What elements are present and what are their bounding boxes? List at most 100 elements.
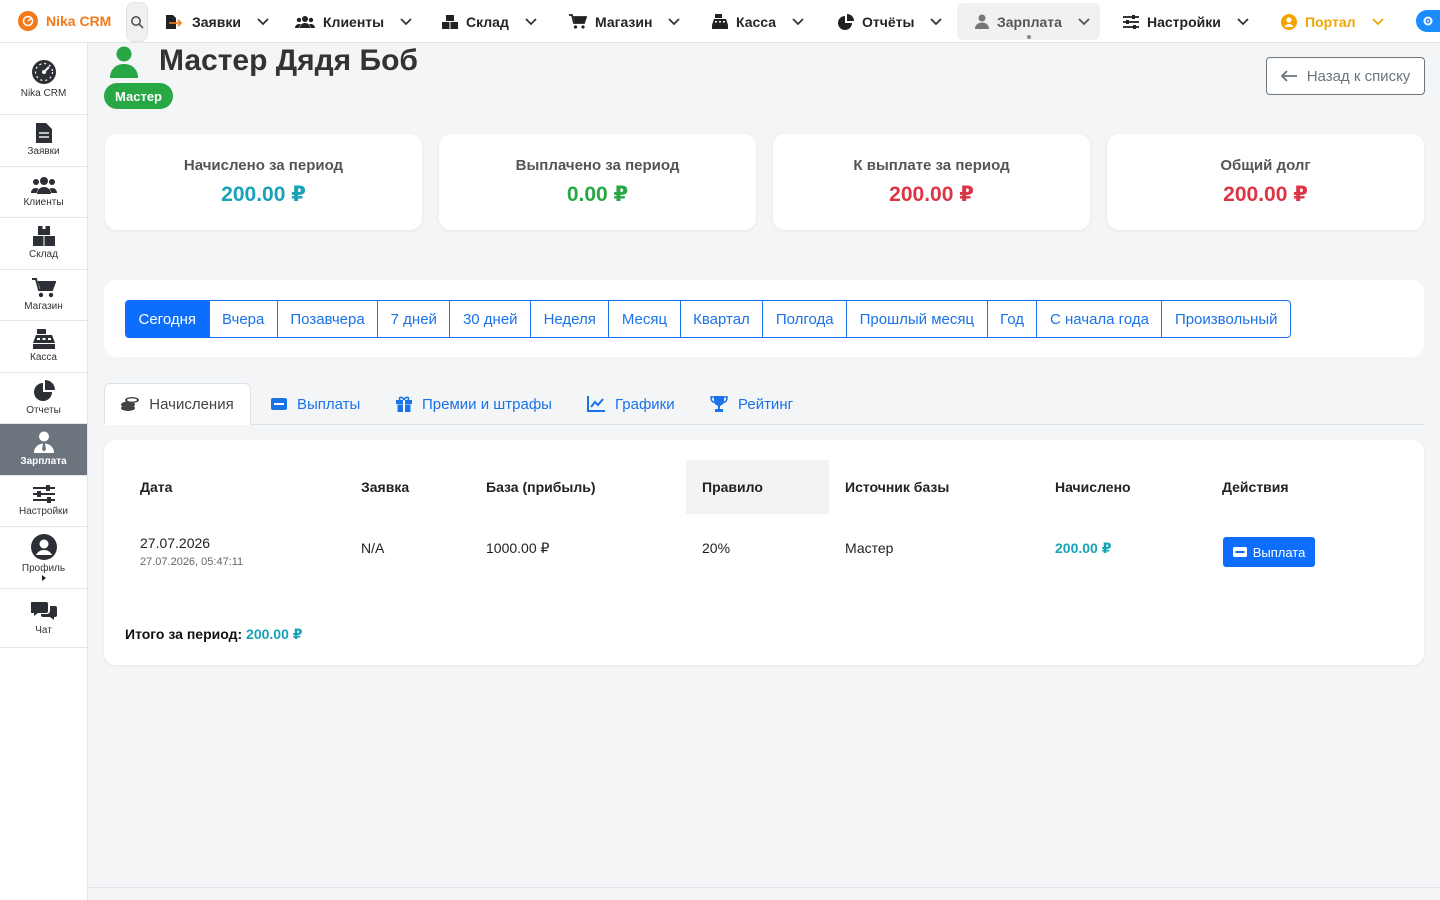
period-button-today[interactable]: Сегодня [125, 300, 210, 338]
sidebar-item-label: Клиенты [23, 196, 64, 208]
stat-card-to-pay: К выплате за период 200.00 ₽ [773, 134, 1090, 230]
user-circle-icon [30, 534, 57, 560]
nav-item-label: Магазин [595, 13, 653, 30]
row-base: 1000.00 ₽ [486, 540, 550, 556]
column-header-date[interactable]: Дата [140, 460, 172, 514]
tabs-bar: Начисления Выплаты Премии и штрафы Графи… [104, 383, 1424, 425]
users-icon [30, 176, 57, 194]
nav-item-label: Склад [466, 13, 509, 30]
chevron-down-icon [257, 17, 269, 25]
line-chart-icon [587, 396, 605, 412]
period-button-quarter[interactable]: Квартал [679, 300, 764, 338]
trophy-icon [710, 396, 728, 412]
period-button-year-to-date[interactable]: С начала года [1036, 300, 1163, 338]
sidebar-item-label: Магазин [24, 300, 63, 312]
nav-item-label: Настройки [1147, 13, 1221, 30]
sidebar: Nika CRM Заявки Клиенты Склад Магазин Ка… [0, 43, 88, 900]
nav-item-clients[interactable]: Клиенты [285, 3, 422, 40]
table-row-date-cell: 27.07.2026 27.07.2026, 05:47:11 [140, 535, 243, 568]
payout-button-label: Выплата [1252, 544, 1306, 560]
period-button-month[interactable]: Месяц [608, 300, 681, 338]
period-button-yesterday[interactable]: Вчера [208, 300, 278, 338]
sidebar-item-label: Касса [30, 352, 57, 364]
row-rule: 20% [702, 540, 731, 556]
stat-value: 200.00 ₽ [889, 183, 974, 206]
sidebar-item-reports[interactable]: Отчеты [0, 373, 87, 424]
stat-card-paid: Выплачено за период 0.00 ₽ [439, 134, 756, 230]
brand-logo-icon [18, 11, 38, 31]
stat-card-total-debt: Общий долг 200.00 ₽ [1107, 134, 1424, 230]
period-total-value: 200.00 ₽ [246, 626, 303, 642]
nav-item-settings[interactable]: Настройки [1113, 3, 1259, 40]
nav-item-shop[interactable]: Магазин [559, 3, 690, 40]
column-header-base[interactable]: База (прибыль) [486, 460, 596, 514]
sidebar-item-cashbox[interactable]: Касса [0, 321, 87, 373]
search-icon [131, 16, 144, 29]
chevron-down-icon [930, 17, 943, 25]
sidebar-item-settings[interactable]: Настройки [0, 476, 87, 527]
sidebar-item-shop[interactable]: Магазин [0, 270, 87, 321]
brand-link[interactable]: Nika CRM [18, 11, 111, 31]
payout-button[interactable]: Выплата [1223, 537, 1315, 567]
nav-item-reports[interactable]: Отчёты [828, 3, 952, 40]
cash-register-icon [32, 329, 55, 350]
nav-item-orders[interactable]: Заявки [154, 3, 279, 40]
sidebar-item-warehouse[interactable]: Склад [0, 218, 87, 270]
period-button-year[interactable]: Год [986, 300, 1038, 338]
sidebar-item-profile[interactable]: Профиль [0, 527, 87, 589]
back-to-list-button[interactable]: Назад к списку [1266, 57, 1425, 95]
period-filter-card: Сегодня Вчера Позавчера 7 дней 30 дней Н… [104, 280, 1424, 357]
sidebar-item-orders[interactable]: Заявки [0, 115, 87, 167]
nav-item-label: Портал [1305, 13, 1356, 30]
sidebar-item-clients[interactable]: Клиенты [0, 167, 87, 218]
period-button-group: Сегодня Вчера Позавчера 7 дней 30 дней Н… [125, 300, 1291, 338]
sidebar-item-salary[interactable]: Зарплата [0, 424, 87, 476]
nav-item-cashbox[interactable]: Касса [702, 3, 814, 40]
period-total: Итого за период: 200.00 ₽ [125, 626, 302, 643]
nav-item-warehouse[interactable]: Склад [432, 3, 547, 40]
sidebar-item-label: Nika CRM [20, 87, 67, 99]
period-button-7-days[interactable]: 7 дней [377, 300, 451, 338]
row-accrued: 200.00 ₽ [1055, 540, 1112, 556]
user-icon [110, 46, 138, 78]
column-header-accrued[interactable]: Начислено [1055, 460, 1131, 514]
tab-rating[interactable]: Рейтинг [710, 383, 793, 425]
chevron-down-icon [668, 17, 681, 25]
column-header-source[interactable]: Источник базы [845, 460, 949, 514]
period-button-custom[interactable]: Произвольный [1161, 300, 1291, 338]
user-tie-icon [33, 431, 54, 454]
tab-charts[interactable]: Графики [587, 383, 675, 425]
tab-accruals[interactable]: Начисления [104, 383, 251, 425]
period-button-30-days[interactable]: 30 дней [449, 300, 532, 338]
sidebar-item-chat[interactable]: Чат [0, 589, 87, 648]
nav-item-label: Отчёты [862, 13, 915, 30]
stat-label: Выплачено за период [515, 157, 680, 174]
user-circle-icon [1281, 13, 1297, 30]
period-button-day-before[interactable]: Позавчера [276, 300, 379, 338]
arrow-left-icon [1280, 70, 1297, 82]
users-icon [295, 15, 315, 28]
footer-divider [88, 887, 1440, 888]
tab-bonuses-fines[interactable]: Премии и штрафы [396, 383, 552, 425]
boxes-icon [442, 14, 458, 29]
period-button-week[interactable]: Неделя [530, 300, 610, 338]
tab-payouts[interactable]: Выплаты [271, 383, 360, 425]
pie-chart-icon [838, 13, 854, 30]
nav-item-label: Заявки [192, 13, 241, 30]
chevron-down-icon [792, 17, 804, 25]
quick-settings-toggle[interactable] [1416, 10, 1440, 32]
dashboard-gauge-icon [31, 59, 56, 84]
tab-label: Начисления [149, 395, 234, 413]
nav-item-portal[interactable]: Портал [1271, 3, 1394, 40]
gift-icon [396, 396, 412, 412]
period-total-label: Итого за период: [125, 626, 243, 642]
cash-register-icon [712, 14, 728, 29]
money-bill-icon [271, 398, 287, 410]
sidebar-item-dashboard[interactable]: Nika CRM [0, 43, 87, 115]
period-button-last-month[interactable]: Прошлый месяц [846, 300, 988, 338]
column-header-rule[interactable]: Правило [686, 460, 829, 514]
nav-item-salary[interactable]: Зарплата [957, 3, 1100, 40]
period-button-half-year[interactable]: Полгода [762, 300, 848, 338]
column-header-order[interactable]: Заявка [361, 460, 409, 514]
search-button[interactable] [126, 2, 148, 42]
